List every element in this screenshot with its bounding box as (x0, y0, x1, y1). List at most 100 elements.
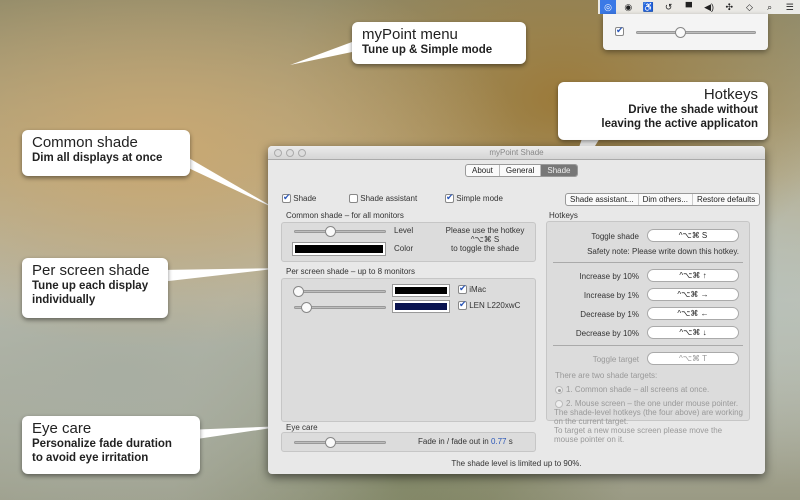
level-label: Level (394, 226, 414, 235)
callout-line: Drive the shade without (628, 104, 758, 116)
action-buttons: Shade assistant... Dim others... Restore… (565, 193, 761, 206)
tab-about[interactable]: About (466, 165, 500, 176)
simple-mode-checkbox[interactable]: Simple mode (445, 192, 503, 204)
toggle-shade-label: Toggle shade (591, 232, 639, 241)
increase-1-hotkey-field[interactable]: ^⌥⌘ → (647, 288, 739, 301)
checkbox-label: Shade assistant (360, 194, 418, 203)
minimize-button[interactable] (286, 149, 294, 157)
radio-label: 2. Mouse screen – the one under mouse po… (566, 399, 739, 408)
len-checkbox[interactable]: LEN L220xwC (458, 299, 521, 311)
hint-line: Please use the hotkey (445, 226, 525, 235)
wifi-icon[interactable]: ◇ (741, 2, 757, 13)
monitor-name: LEN L220xwC (469, 301, 521, 310)
fade-text: Fade in / fade out in (418, 437, 491, 446)
hint-line: ^⌥⌘ S (470, 235, 500, 244)
safety-note: Safety note: Please write down this hotk… (587, 247, 739, 256)
mypoint-dropdown-menu (603, 14, 768, 50)
bluetooth-icon[interactable]: ✣ (721, 2, 737, 13)
decrease-10-hotkey-field[interactable]: ^⌥⌘ ↓ (647, 326, 739, 339)
shade-assistant-button[interactable]: Shade assistant... (566, 194, 639, 205)
toggle-target-hotkey-field[interactable]: ^⌥⌘ T (647, 352, 739, 365)
volume-icon[interactable]: ◀) (701, 2, 717, 13)
restore-defaults-button[interactable]: Restore defaults (693, 194, 759, 205)
note-line: To target a new mouse screen please move… (554, 426, 723, 444)
mypoint-menu-callout: myPoint menu Tune up & Simple mode (352, 22, 526, 64)
toggle-hint: Please use the hotkey ^⌥⌘ S to toggle th… (440, 226, 530, 253)
target-mouse-radio[interactable]: 2. Mouse screen – the one under mouse po… (555, 399, 738, 408)
common-shade-callout: Common shade Dim all displays at once (22, 130, 190, 176)
callout-line: Personalize fade duration (32, 438, 172, 450)
target-common-radio[interactable]: 1. Common shade – all screens at once. (555, 385, 709, 394)
zoom-button[interactable] (298, 149, 306, 157)
radio-label: 1. Common shade – all screens at once. (566, 385, 710, 394)
shade-level-slider[interactable] (636, 27, 756, 38)
callout-line: to avoid eye irritation (32, 452, 149, 464)
display-icon[interactable]: ▀ (681, 2, 697, 12)
tab-shade[interactable]: Shade (541, 165, 577, 176)
hotkeys-callout: Hotkeys Drive the shade without leaving … (558, 82, 768, 140)
decrease-1-hotkey-field[interactable]: ^⌥⌘ ← (647, 307, 739, 320)
dim-others-button[interactable]: Dim others... (639, 194, 693, 205)
search-icon[interactable]: ⌕ (762, 2, 778, 13)
callout-title: Per screen shade (32, 262, 150, 279)
eye-care-header: Eye care (286, 423, 318, 432)
callout-title: Hotkeys (703, 86, 758, 103)
menu-bar-status-icons: ◎ ◉ ♿ ↺ ▀ ◀) ✣ ◇ ⌕ ☰ (598, 0, 800, 14)
divider (553, 345, 743, 346)
fade-duration-label: Fade in / fade out in 0.77 s (418, 437, 513, 446)
accessibility-icon[interactable]: ♿ (640, 2, 656, 13)
title-bar: myPoint Shade (268, 146, 765, 160)
hint-line: to toggle the shade (450, 244, 520, 253)
target-notes: The shade-level hotkeys (the four above)… (554, 408, 746, 444)
common-shade-header: Common shade – for all monitors (286, 211, 404, 220)
callout-subtitle: Tune up & Simple mode (362, 44, 493, 56)
callout-subtitle: Dim all displays at once (32, 152, 163, 164)
imac-checkbox[interactable]: iMac (458, 283, 487, 295)
mypoint-shade-window: myPoint Shade About General Shade Shade … (268, 146, 765, 474)
hotkey-label: Increase by 1% (583, 291, 639, 300)
fade-unit: s (506, 437, 513, 446)
footer-note: The shade level is limited up to 90%. (451, 459, 582, 468)
window-title: myPoint Shade (489, 148, 544, 157)
hotkeys-header: Hotkeys (549, 211, 578, 220)
imac-color-well[interactable] (392, 284, 450, 297)
callout-line: Tune up each display (32, 280, 149, 292)
callout-line: leaving the active applicaton (601, 118, 758, 130)
hotkey-label: Increase by 10% (579, 272, 639, 281)
divider (553, 262, 743, 263)
common-shade-box: Level Color Please use the hotkey ^⌥⌘ S … (281, 222, 536, 262)
len-level-slider[interactable] (294, 302, 386, 313)
eye-care-callout: Eye care Personalize fade duration to av… (22, 416, 200, 474)
toggle-shade-hotkey-field[interactable]: ^⌥⌘ S (647, 229, 739, 242)
list-icon[interactable]: ☰ (782, 2, 798, 13)
checkbox-label: Shade (293, 194, 317, 203)
per-screen-box: iMac LEN L220xwC (281, 278, 536, 422)
mypoint-icon[interactable]: ◎ (600, 0, 617, 14)
hotkey-label: Decrease by 1% (580, 310, 639, 319)
monitor-name: iMac (469, 285, 487, 294)
per-screen-callout: Per screen shade Tune up each display in… (22, 258, 168, 318)
color-label: Color (394, 244, 414, 253)
len-color-well[interactable] (392, 300, 450, 313)
callout-title: Eye care (32, 420, 92, 437)
target-icon[interactable]: ◉ (620, 2, 636, 13)
shade-checkbox[interactable] (615, 25, 624, 37)
targets-intro: There are two shade targets: (555, 371, 658, 380)
tab-general[interactable]: General (500, 165, 542, 176)
tab-bar: About General Shade (465, 164, 578, 177)
hotkey-label: Decrease by 10% (575, 329, 639, 338)
eye-care-box: Fade in / fade out in 0.77 s (281, 432, 536, 452)
time-machine-icon[interactable]: ↺ (661, 2, 677, 13)
imac-level-slider[interactable] (293, 286, 386, 297)
fade-duration-slider[interactable] (294, 437, 386, 448)
common-level-slider[interactable] (294, 226, 386, 237)
callout-title: Common shade (32, 134, 138, 151)
close-button[interactable] (274, 149, 282, 157)
callout-line: individually (32, 294, 96, 306)
increase-10-hotkey-field[interactable]: ^⌥⌘ ↑ (647, 269, 739, 282)
fade-value: 0.77 (490, 437, 507, 446)
common-color-well[interactable] (292, 242, 386, 256)
shade-checkbox[interactable]: Shade (282, 192, 317, 204)
shade-assistant-checkbox[interactable]: Shade assistant (349, 194, 418, 204)
per-screen-header: Per screen shade – up to 8 monitors (286, 267, 415, 276)
